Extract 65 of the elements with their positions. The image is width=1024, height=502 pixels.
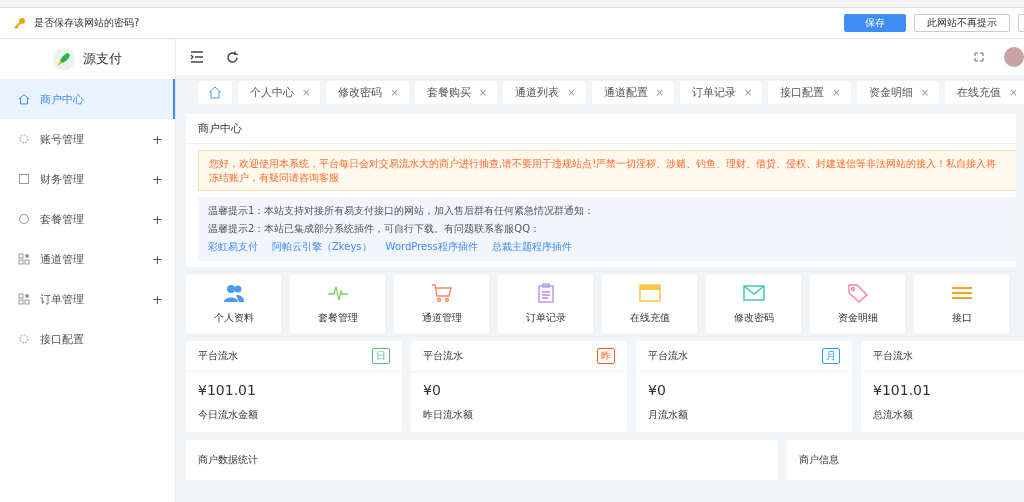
stat-caption: 月流水额 [647, 408, 689, 422]
stat-caption: 总流水额 [872, 408, 914, 422]
mail-icon [742, 283, 765, 303]
stat-amount: ¥101.01 [872, 381, 932, 400]
sidebar-item[interactable]: 账号管理 + [0, 119, 175, 159]
quick-link-card[interactable]: 资金明细 [810, 275, 905, 333]
tip-text: 温馨提示2：本站已集成部分系统插件，可自行下载。有问题联系客服QQ： [208, 222, 542, 236]
brand-name: 源支付 [83, 50, 122, 68]
page-tab[interactable]: 订单记录 × [679, 81, 763, 104]
page-tab[interactable]: 接口配置 × [768, 81, 851, 104]
stat-amount: ¥0 [647, 381, 667, 400]
card-title: 商户中心 [186, 114, 1016, 144]
period-tag: 昨 [597, 348, 615, 364]
password-bar-button[interactable]: 此网站不再提示 [914, 14, 1010, 32]
sidebar-item[interactable]: 接口配置 [0, 319, 175, 359]
page-tab[interactable]: 修改密码 × [326, 81, 409, 104]
period-tag: 日 [372, 348, 390, 364]
sidebar-item[interactable]: 通道管理 + [0, 239, 175, 279]
key-icon [14, 17, 26, 29]
home-icon [18, 93, 30, 105]
sidebar-item[interactable]: 订单管理 + [0, 279, 175, 319]
sidebar-item[interactable]: 套餐管理 + [0, 199, 175, 239]
page-tab[interactable]: 通道列表 × [503, 81, 586, 104]
card-title: 商户数据统计 [198, 454, 258, 465]
page-tab[interactable]: 通道配置 × [591, 81, 674, 104]
home-icon [208, 86, 222, 99]
period-tag: 月 [822, 348, 840, 364]
save-password-prompt: 是否保存该网站的密码? [34, 16, 140, 30]
refresh-icon[interactable] [226, 50, 239, 64]
stat-caption: 昨日流水额 [422, 408, 474, 422]
quick-link-card[interactable]: 修改密码 [706, 275, 801, 333]
page-tab[interactable]: 在线充值 × [945, 81, 1024, 104]
stat-amount: ¥0 [422, 381, 442, 400]
quick-link-card[interactable]: 订单记录 [498, 275, 593, 333]
sidebar-item[interactable]: 财务管理 + [0, 159, 175, 199]
page-tab[interactable]: 套餐购买 × [414, 81, 498, 104]
quick-link-card[interactable]: 接口 [914, 275, 1009, 333]
fullscreen-icon[interactable] [974, 52, 984, 62]
tag-icon [846, 283, 869, 303]
stat-title: 平台流水 [648, 349, 688, 363]
menu-icon[interactable] [190, 51, 204, 63]
stat-title: 平台流水 [423, 349, 463, 363]
cart-icon [430, 283, 453, 303]
menu-item-icon [18, 333, 30, 345]
users-icon [222, 283, 245, 303]
stat-title: 平台流水 [198, 349, 238, 363]
avatar[interactable] [1004, 47, 1024, 67]
menu-item-icon [18, 133, 30, 145]
menu-item-icon [18, 173, 30, 185]
tip-text: 温馨提示1：本站支持对接所有易支付接口的网站，加入售后群有任何紧急情况群通知： [208, 204, 596, 218]
warning-notice: 您好，欢迎使用本系统，平台每日会对交易流水大的商户进行抽查,请不要用于违规站点!严禁一切淫秽、涉赌、钓鱼、理财、借贷、侵权、封建迷信等非法网站的接入！私自接入将冻结账户，有疑问请咨询客服 [198, 150, 1016, 191]
quick-link-card[interactable]: 通道管理 [394, 275, 489, 333]
quick-link-card[interactable]: 在线充值 [602, 275, 697, 333]
menu-item-icon [18, 293, 30, 305]
stat-title: 平台流水 [873, 349, 913, 363]
menu-item-icon [18, 213, 30, 225]
menu-item-icon [18, 253, 30, 265]
page-tab[interactable]: 资金明细 × [856, 81, 940, 104]
card-title: 商户信息 [799, 454, 839, 465]
stat-caption: 今日流水金额 [197, 408, 259, 422]
card-icon [638, 283, 661, 303]
stat-amount: ¥101.01 [197, 381, 257, 400]
page-tab[interactable]: 个人中心 × [238, 81, 321, 104]
quick-link-card[interactable]: 套餐管理 [290, 275, 385, 333]
quick-link-card[interactable]: 个人资料 [186, 275, 281, 333]
